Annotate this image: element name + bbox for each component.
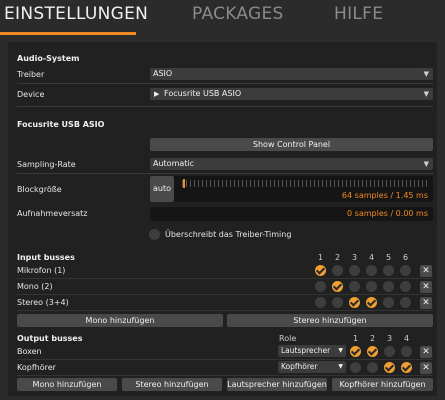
block-size-readout: 64 samples / 1.45 ms xyxy=(341,191,428,200)
input-busses-title: Input busses xyxy=(17,253,75,262)
close-icon[interactable]: ✕ xyxy=(420,281,432,293)
show-control-panel-button[interactable]: Show Control Panel xyxy=(150,138,433,151)
block-size-auto-button[interactable]: auto xyxy=(150,176,174,202)
tab-bar: EINSTELLUNGEN PACKAGES HILFE xyxy=(0,0,445,36)
channel-toggle-off[interactable] xyxy=(383,265,394,276)
channel-toggle-on[interactable] xyxy=(367,346,378,357)
channel-toggle-off[interactable] xyxy=(367,362,378,373)
override-timing-label: Überschreibt das Treiber-Timing xyxy=(165,230,292,239)
row-divider xyxy=(17,294,433,295)
chevron-down-icon: ▼ xyxy=(423,70,429,78)
role-select-value: Kopfhörer xyxy=(281,362,318,371)
channel-toggle-off[interactable] xyxy=(400,281,411,292)
block-size-label: Blockgröße xyxy=(17,185,62,194)
tab-packages[interactable]: PACKAGES xyxy=(192,4,284,24)
input-add-mono-button[interactable]: Mono hinzufügen xyxy=(17,314,223,327)
driver-select[interactable]: ASIO ▼ xyxy=(150,68,433,80)
channel-column-header: 2 xyxy=(334,253,341,262)
channel-toggle-on[interactable] xyxy=(315,265,326,276)
channel-toggle-off[interactable] xyxy=(401,346,412,357)
channel-toggle-on[interactable] xyxy=(366,297,377,308)
block-size-handle[interactable] xyxy=(183,179,185,188)
input-add-stereo-button[interactable]: Stereo hinzufügen xyxy=(227,314,433,327)
channel-toggle-off[interactable] xyxy=(315,281,326,292)
channel-toggle-off[interactable] xyxy=(332,297,343,308)
close-icon[interactable]: ✕ xyxy=(420,346,432,358)
driver-label: Treiber xyxy=(17,70,45,79)
bus-name[interactable]: Mikrofon (1) xyxy=(17,266,65,275)
chevron-down-icon: ▼ xyxy=(338,363,343,370)
audio-system-title: Audio-System xyxy=(17,54,80,63)
play-icon: ▶ xyxy=(154,90,160,98)
channel-toggle-off[interactable] xyxy=(349,281,360,292)
row-divider xyxy=(17,310,433,311)
active-tab-indicator xyxy=(0,32,136,35)
channel-column-header: 1 xyxy=(352,334,359,343)
channel-column-header: 3 xyxy=(386,334,393,343)
latency-field[interactable]: 0 samples / 0.00 ms xyxy=(150,207,433,221)
output-add-mono-button[interactable]: Mono hinzufügen xyxy=(17,378,117,391)
channel-toggle-off[interactable] xyxy=(383,281,394,292)
close-icon[interactable]: ✕ xyxy=(420,297,432,309)
channel-toggle-off[interactable] xyxy=(332,265,343,276)
channel-toggle-off[interactable] xyxy=(366,265,377,276)
latency-label: Aufnahmeversatz xyxy=(17,209,88,218)
channel-toggle-on[interactable] xyxy=(350,346,361,357)
role-select[interactable]: Lautsprecher ▼ xyxy=(278,345,346,357)
device-label: Device xyxy=(17,90,45,99)
bus-name[interactable]: Kopfhörer xyxy=(17,363,56,372)
channel-toggle-off[interactable] xyxy=(384,346,395,357)
channel-toggle-on[interactable] xyxy=(401,362,412,373)
row-divider xyxy=(17,359,433,360)
channel-toggle-off[interactable] xyxy=(350,362,361,373)
row-divider xyxy=(17,278,433,279)
channel-toggle-on[interactable] xyxy=(332,281,343,292)
sampling-rate-label: Sampling-Rate xyxy=(17,160,76,169)
bus-name[interactable]: Stereo (3+4) xyxy=(17,298,69,307)
role-header: Role xyxy=(279,334,297,343)
channel-column-header: 1 xyxy=(317,253,324,262)
tab-einstellungen[interactable]: EINSTELLUNGEN xyxy=(4,4,148,24)
chevron-down-icon: ▼ xyxy=(423,90,429,98)
device-select[interactable]: ▶ Focusrite USB ASIO ▼ xyxy=(150,88,433,100)
override-timing-checkbox[interactable] xyxy=(149,229,160,240)
channel-toggle-off[interactable] xyxy=(366,281,377,292)
channel-column-header: 3 xyxy=(351,253,358,262)
output-add-stereo-button[interactable]: Stereo hinzufügen xyxy=(122,378,222,391)
channel-column-header: 5 xyxy=(385,253,392,262)
bus-name[interactable]: Mono (2) xyxy=(17,282,53,291)
device-select-value: Focusrite USB ASIO xyxy=(164,89,242,98)
latency-readout: 0 samples / 0.00 ms xyxy=(347,209,428,218)
sampling-rate-select[interactable]: Automatic ▼ xyxy=(150,158,433,170)
chevron-down-icon: ▼ xyxy=(338,347,343,354)
output-add-speaker-button[interactable]: Lautsprecher hinzufügen xyxy=(227,378,327,391)
output-busses-title: Output busses xyxy=(17,334,83,343)
role-select[interactable]: Kopfhörer ▼ xyxy=(278,361,346,373)
channel-toggle-off[interactable] xyxy=(349,265,360,276)
close-icon[interactable]: ✕ xyxy=(420,362,432,374)
channel-toggle-on[interactable] xyxy=(384,362,395,373)
device-section-title: Focusrite USB ASIO xyxy=(17,120,105,129)
close-icon[interactable]: ✕ xyxy=(420,265,432,277)
channel-column-header: 4 xyxy=(403,334,410,343)
channel-column-header: 6 xyxy=(402,253,409,262)
role-select-value: Lautsprecher xyxy=(281,346,331,355)
output-add-headphones-button[interactable]: Kopfhörer hinzufügen xyxy=(332,378,433,391)
row-divider xyxy=(17,375,433,376)
chevron-down-icon: ▼ xyxy=(423,160,429,168)
settings-panel: Audio-System Treiber ASIO ▼ Device ▶ Foc… xyxy=(8,42,437,396)
channel-toggle-off[interactable] xyxy=(315,297,326,308)
sampling-rate-value: Automatic xyxy=(153,159,195,168)
channel-toggle-off[interactable] xyxy=(383,297,394,308)
block-size-slider[interactable]: auto 64 samples / 1.45 ms xyxy=(150,176,433,202)
driver-select-value: ASIO xyxy=(153,69,173,78)
channel-column-header: 2 xyxy=(369,334,376,343)
channel-toggle-off[interactable] xyxy=(400,265,411,276)
block-size-ticks xyxy=(182,180,430,187)
channel-column-header: 4 xyxy=(368,253,375,262)
bus-name[interactable]: Boxen xyxy=(17,347,42,356)
tab-hilfe[interactable]: HILFE xyxy=(334,4,383,24)
channel-toggle-off[interactable] xyxy=(400,297,411,308)
channel-toggle-on[interactable] xyxy=(349,297,360,308)
